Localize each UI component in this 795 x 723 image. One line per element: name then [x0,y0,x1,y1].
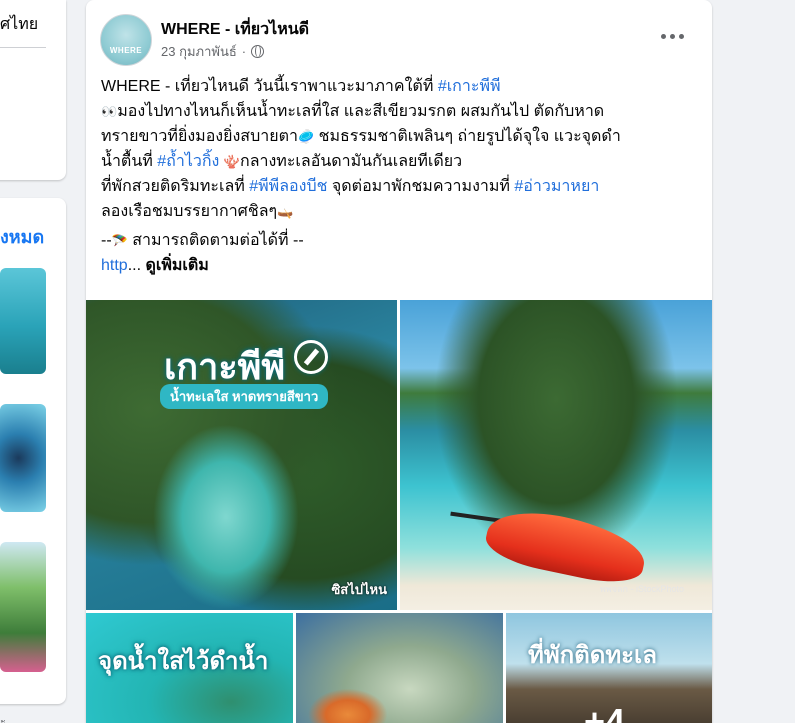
post-line-5: ที่พักสวยติดริมทะเลที่ #พีพีลองบีช จุดต่… [101,174,701,199]
text-span: ลองเรือชมบรรยากาศชิลๆ [101,203,278,220]
post-photo-4[interactable] [296,613,503,723]
text-span: มองไปทางไหนก็เห็นน้ำทะเลที่ใส และสีเขียว… [117,103,605,120]
divider [0,47,46,48]
text-span: ทรายขาวที่ยิ่งมองยิ่งสบายตา [101,128,298,145]
left-thumbnail-1[interactable] [0,268,46,374]
see-all-link[interactable]: งหมด [0,222,44,251]
photo-watermark: ซิสไปไหน [331,582,387,597]
hashtag-link[interactable]: #พีพีลองบีช [249,178,327,195]
page-name-link[interactable]: WHERE - เที่ยวไหนดี [161,17,309,42]
hashtag-link[interactable]: #ถ้ำไวกิ้ง [157,153,219,170]
post-line-8: http... ดูเพิ่มเติม [101,253,701,278]
text-span: กลางทะเลอันดามันกันเลยทีเดียว [240,153,463,170]
kayak-shape [481,501,651,591]
compass-icon [294,340,328,374]
hashtag-link[interactable]: #เกาะพีพี [438,78,501,95]
external-link[interactable]: http [101,257,128,274]
post-line-2: 👀มองไปทางไหนก็เห็นน้ำทะเลที่ใส และสีเขีย… [101,99,701,124]
dot-icon [660,33,666,39]
canoe-emoji: 🛶 [277,204,294,219]
post-photo-3[interactable]: จุดน้ำใสไว้ดำน้ำ [86,613,293,723]
disc-emoji: 🥏 [297,129,315,144]
post-options-button[interactable] [654,22,690,50]
post-photo-1[interactable]: เกาะพีพี น้ำทะเลใส หาดทรายสีขาว ซิสไปไหน [86,300,397,610]
feed-post: WHERE WHERE - เที่ยวไหนดี 23 กุมภาพันธ์ … [86,0,712,723]
post-body: WHERE - เที่ยวไหนดี วันนี้เราพาแวะมาภาคใ… [101,74,701,278]
text-span: จุดต่อมาพักชมความงามที่ [327,178,515,195]
dot-icon [669,33,675,39]
text-span: ชมธรรมชาติเพลินๆ ถ่ายรูปได้จุใจ แวะจุดดำ [314,128,621,145]
dot-icon [678,33,684,39]
post-meta: 23 กุมภาพันธ์ · [161,41,265,62]
left-thumbnail-2[interactable] [0,404,46,512]
text-span: -- [101,232,112,249]
text-span: ที่พักสวยติดริมทะเลที่ [101,178,250,195]
post-photo-5[interactable]: ที่พักติดทะเล +4 [506,613,712,723]
bottom-fragment-text: ะ [0,716,6,723]
see-more-button[interactable]: ดูเพิ่มเติม [145,257,208,274]
ellipsis-text: ... [127,257,146,274]
text-span: สามารถติดตามต่อได้ที่ -- [127,232,304,249]
post-line-4: น้ำตื้นที่ #ถ้ำไวกิ้ง 🪸กลางทะเลอันดามันก… [101,149,701,174]
post-line-6: ลองเรือชมบรรยากาศชิลๆ🛶 [101,199,701,224]
left-thumbnail-3[interactable] [0,542,46,672]
photo-title: จุดน้ำใสไว้ดำน้ำ [98,648,269,675]
photo-subtitle: น้ำทะเลใส หาดทรายสีขาว [160,384,329,409]
eyes-emoji: 👀 [101,104,118,119]
parachute-emoji: 🪂 [111,233,128,248]
post-photo-2[interactable]: พพจลก - iStockPhoto [400,300,712,610]
left-card-text[interactable]: ศไทย [0,12,38,37]
photo-title: ที่พักติดทะเล [528,642,657,669]
coral-emoji: 🪸 [223,154,240,169]
feed-screen: ศไทย งหมด ะ WHERE WHERE - เที่ยวไหนดี 23… [0,0,795,723]
left-photos-card: งหมด [0,198,66,704]
text-span: น้ำตื้นที่ [101,153,158,170]
post-date[interactable]: 23 กุมภาพันธ์ [161,41,237,62]
text-span: WHERE - เที่ยวไหนดี วันนี้เราพาแวะมาภาคใ… [101,78,438,95]
post-line-3: ทรายขาวที่ยิ่งมองยิ่งสบายตา🥏 ชมธรรมชาติเ… [101,124,701,149]
post-line-7: --🪂 สามารถติดตามต่อได้ที่ -- [101,228,701,253]
meta-separator: · [241,44,247,59]
hashtag-link[interactable]: #อ่าวมาหยา [514,178,599,195]
page-avatar[interactable]: WHERE [100,14,152,66]
photo-watermark: พพจลก - iStockPhoto [599,584,684,594]
left-sidebar-card: ศไทย [0,0,66,180]
where-logo: WHERE [109,45,143,55]
more-photos-count[interactable]: +4 [584,701,625,723]
post-line-1: WHERE - เที่ยวไหนดี วันนี้เราพาแวะมาภาคใ… [101,74,701,99]
globe-icon[interactable] [251,45,265,58]
